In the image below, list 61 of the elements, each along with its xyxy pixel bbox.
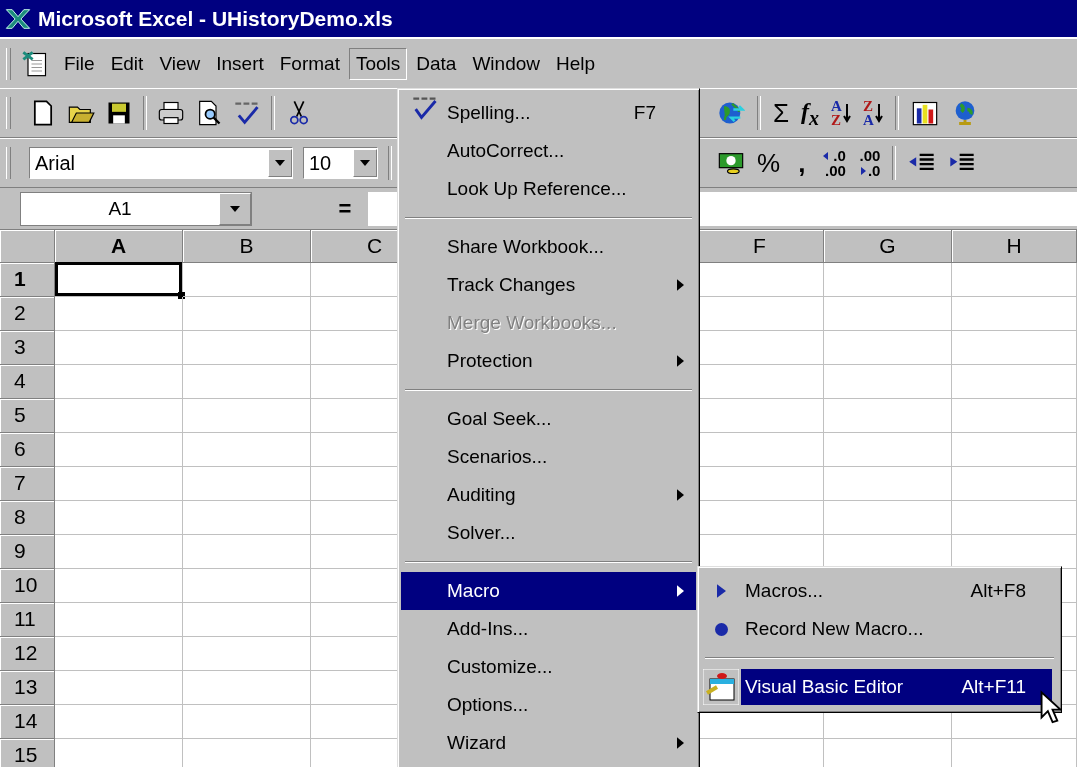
menu-item[interactable]: Look Up Reference...	[401, 170, 696, 208]
sort-descending-button[interactable]: Z A	[862, 99, 883, 127]
menu-item[interactable]: Add-Ins...	[401, 610, 696, 648]
font-dropdown[interactable]: Arial	[29, 147, 293, 179]
percent-button[interactable]: %	[757, 150, 781, 176]
menu-bar-item[interactable]: Data	[409, 47, 464, 80]
column-header[interactable]: H	[952, 230, 1077, 263]
menu-item[interactable]: Solver...	[401, 514, 696, 552]
name-box[interactable]: A1	[20, 191, 252, 226]
row-header[interactable]: 11	[0, 603, 55, 637]
row-header[interactable]: 7	[0, 467, 55, 501]
menu-bar-item[interactable]: Tools	[348, 47, 408, 80]
shortcut-text: Alt+F11	[961, 676, 1026, 698]
row-header[interactable]: 1	[0, 263, 55, 297]
row-header[interactable]: 3	[0, 331, 55, 365]
function-button[interactable]: f$_{x}$	[801, 98, 820, 128]
menu-bar-item[interactable]: Window	[465, 47, 547, 80]
comma-button[interactable]: ,	[792, 150, 812, 176]
row-header[interactable]: 15	[0, 739, 55, 767]
column-header[interactable]: A	[55, 230, 183, 263]
row-header[interactable]: 13	[0, 671, 55, 705]
row-header[interactable]: 5	[0, 399, 55, 433]
row-header[interactable]: 8	[0, 501, 55, 535]
column-header[interactable]: B	[183, 230, 311, 263]
menu-item[interactable]: Macro	[401, 572, 696, 610]
row-header[interactable]: 4	[0, 365, 55, 399]
column-header[interactable]: G	[824, 230, 952, 263]
menu-item[interactable]: Spelling... F7	[401, 94, 696, 132]
menu-item[interactable]: Options...	[401, 686, 696, 724]
menu-item[interactable]: Track Changes	[401, 266, 696, 304]
menu-bar-item[interactable]: View	[152, 47, 208, 80]
row-header[interactable]: 12	[0, 637, 55, 671]
shortcut-text: F7	[633, 102, 656, 124]
row-header[interactable]: 2	[0, 297, 55, 331]
menu-bar-item[interactable]: Edit	[103, 47, 151, 80]
menu-bar-item[interactable]: Help	[549, 47, 603, 80]
menu-item[interactable]: Protection	[401, 342, 696, 380]
menu-item[interactable]: Auditing	[401, 476, 696, 514]
menu-item[interactable]: AutoCorrect...	[401, 132, 696, 170]
menu-item[interactable]: Goal Seek...	[401, 400, 696, 438]
sort-ascending-button[interactable]: A Z	[831, 99, 851, 127]
window-title: Microsoft Excel - UHistoryDemo.xls	[38, 6, 393, 31]
menu-bar-item[interactable]: File	[57, 47, 102, 80]
menu-bar-item[interactable]: Insert	[209, 47, 271, 80]
row-header[interactable]: 9	[0, 535, 55, 569]
menu-item[interactable]: Record New Macro...	[741, 611, 1052, 647]
row-header[interactable]: 10	[0, 569, 55, 603]
menu-item[interactable]: Macros... Alt+F8	[741, 573, 1052, 609]
menu-item[interactable]: Scenarios...	[401, 438, 696, 476]
row-header[interactable]: 6	[0, 433, 55, 467]
font-size-dropdown[interactable]: 10	[303, 147, 378, 179]
edit-formula-button[interactable]: =	[327, 195, 363, 222]
menu-item[interactable]: Customize...	[401, 648, 696, 686]
decrease-decimal-button[interactable]: .00 .0	[857, 148, 881, 178]
increase-decimal-button[interactable]: .0 .00	[823, 148, 846, 178]
shortcut-text: Alt+F8	[970, 580, 1026, 602]
menu-item[interactable]: Wizard	[401, 724, 696, 762]
menu-bar-item[interactable]: Format	[272, 47, 347, 80]
row-header[interactable]: 14	[0, 705, 55, 739]
menu-item[interactable]: Visual Basic Editor Alt+F11	[741, 669, 1052, 705]
sum-button[interactable]: Σ	[773, 100, 790, 126]
